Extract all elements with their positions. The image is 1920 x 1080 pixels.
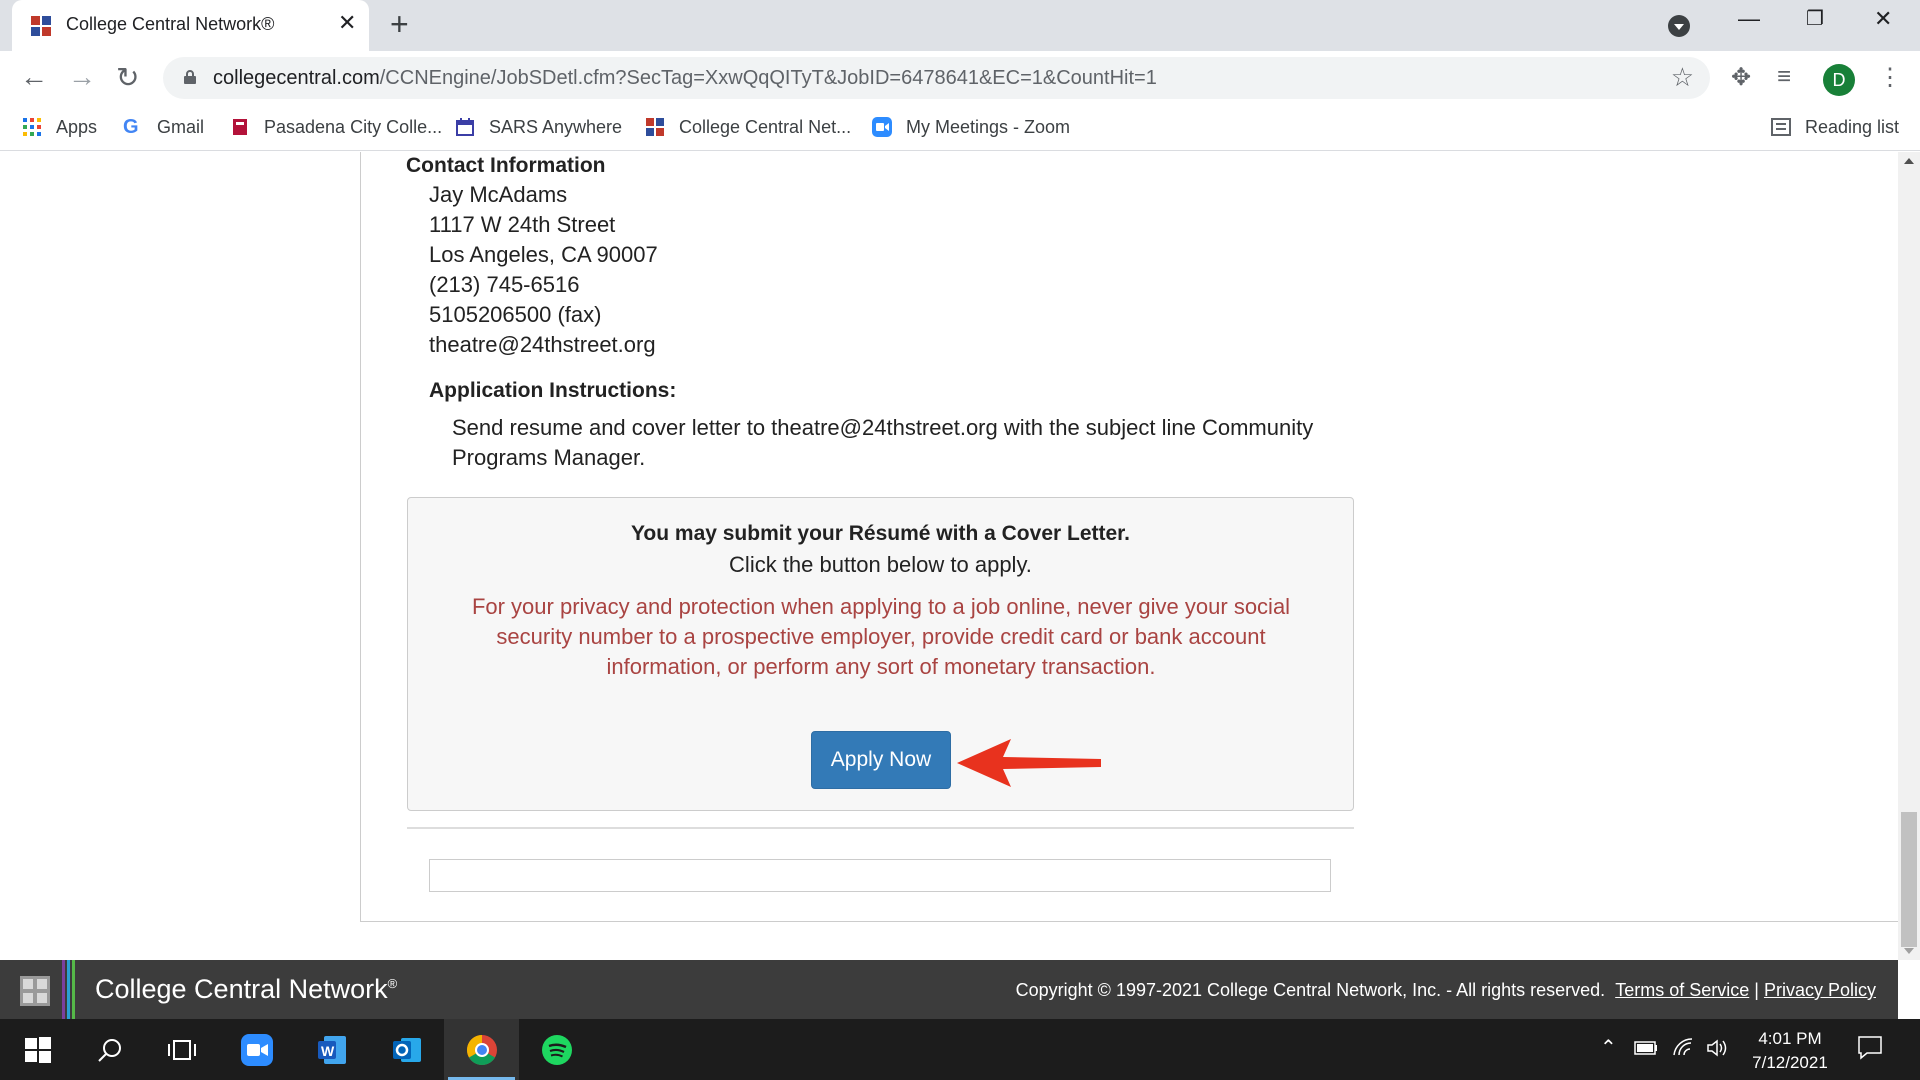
restore-icon[interactable]: ❐ <box>1806 6 1824 31</box>
notification-icon[interactable] <box>1857 1035 1883 1061</box>
minimize-icon[interactable]: — <box>1738 6 1760 32</box>
wifi-icon[interactable] <box>1672 1037 1694 1057</box>
apply-now-button[interactable]: Apply Now <box>811 731 951 789</box>
site-footer: College Central Network® Copyright © 199… <box>0 960 1898 1019</box>
svg-text:W: W <box>321 1043 335 1059</box>
brand-stripes-icon <box>62 960 75 1019</box>
address-bar[interactable]: collegecentral.com/CCNEngine/JobSDetl.cf… <box>163 57 1710 99</box>
application-heading: Application Instructions: <box>429 379 677 402</box>
url-text: collegecentral.com/CCNEngine/JobSDetl.cf… <box>213 67 1157 89</box>
contact-heading: Contact Information <box>406 154 606 177</box>
chrome-icon[interactable] <box>444 1019 519 1080</box>
start-icon[interactable] <box>0 1019 75 1080</box>
volume-icon[interactable] <box>1706 1038 1728 1058</box>
privacy-warning: For your privacy and protection when app… <box>471 594 1291 679</box>
search-icon[interactable] <box>72 1019 147 1080</box>
ccn-favicon-icon <box>31 16 51 36</box>
bookmark-sars[interactable]: SARS Anywhere <box>455 114 622 140</box>
copyright-text: Copyright © 1997-2021 College Central Ne… <box>1015 980 1606 1000</box>
terms-link[interactable]: Terms of Service <box>1615 980 1749 1000</box>
scroll-thumb[interactable] <box>1901 812 1917 947</box>
calendar-icon <box>456 118 474 136</box>
page-scrollbar[interactable] <box>1898 152 1920 960</box>
pcc-icon <box>233 119 247 135</box>
footer-separator: | <box>1754 980 1759 1000</box>
tab-search-icon[interactable] <box>1668 15 1690 37</box>
zoom-icon <box>872 117 892 137</box>
clock-time: 4:01 PM <box>1758 1029 1822 1048</box>
profile-avatar[interactable]: D <box>1823 64 1855 96</box>
bookmark-label: My Meetings - Zoom <box>906 116 1071 137</box>
reading-list[interactable]: Reading list <box>1771 114 1899 140</box>
contact-phone: (213) 745-6516 <box>429 272 580 297</box>
ccn-logo-icon <box>20 976 50 1006</box>
annotation-arrow-icon <box>957 739 1101 787</box>
tab-college-central[interactable]: College Central Network® ✕ <box>12 0 369 51</box>
contact-fax: 5105206500 (fax) <box>429 302 602 327</box>
back-icon[interactable]: ← <box>20 61 48 93</box>
apply-bold-line: You may submit your Résumé with a Cover … <box>630 522 1131 545</box>
bookmark-apps[interactable]: Apps <box>22 114 97 140</box>
extensions-icon[interactable]: ✥ <box>1731 63 1751 92</box>
apps-grid-icon <box>23 118 41 136</box>
ccn-icon <box>646 118 664 136</box>
tab-close-icon[interactable]: ✕ <box>338 10 356 36</box>
bookmark-label: College Central Net... <box>679 116 852 137</box>
scroll-up-icon[interactable] <box>1904 158 1914 164</box>
word-icon[interactable]: W <box>294 1019 369 1080</box>
system-clock[interactable]: 4:01 PM 7/12/2021 <box>1740 1027 1840 1075</box>
tray-overflow-icon[interactable]: ⌃ <box>1600 1035 1617 1060</box>
lock-icon <box>184 70 196 84</box>
media-control-icon[interactable]: ≡ <box>1777 63 1791 91</box>
bookmark-pasadena[interactable]: Pasadena City Colle... <box>230 114 442 140</box>
reading-list-label: Reading list <box>1805 116 1900 137</box>
menu-kebab-icon[interactable]: ⋮ <box>1878 63 1902 92</box>
apply-sub-line: Click the button below to apply. <box>729 552 1032 577</box>
footer-links: Copyright © 1997-2021 College Central Ne… <box>1016 980 1876 1001</box>
privacy-link[interactable]: Privacy Policy <box>1764 980 1876 1000</box>
bookmark-label: Gmail <box>157 116 205 137</box>
outlook-icon[interactable] <box>369 1019 444 1080</box>
battery-icon[interactable] <box>1634 1041 1658 1055</box>
reading-list-icon <box>1771 118 1791 136</box>
reload-icon[interactable]: ↻ <box>116 61 139 94</box>
zoom-taskbar-icon[interactable] <box>219 1019 294 1080</box>
contact-address1: 1117 W 24th Street <box>429 212 616 237</box>
bookmark-ccn[interactable]: College Central Net... <box>645 114 851 140</box>
empty-box <box>429 859 1331 892</box>
bookmark-label: Apps <box>56 116 98 137</box>
application-text: Send resume and cover letter to theatre@… <box>452 415 1314 470</box>
bookmark-gmail[interactable]: G Gmail <box>123 114 204 140</box>
contact-email: theatre@24thstreet.org <box>429 332 656 357</box>
bookmark-zoom[interactable]: My Meetings - Zoom <box>872 114 1070 140</box>
forward-icon[interactable]: → <box>68 61 96 93</box>
contact-name: Jay McAdams <box>429 182 568 207</box>
contact-address2: Los Angeles, CA 90007 <box>429 242 658 267</box>
bookmark-label: SARS Anywhere <box>489 116 623 137</box>
bookmark-star-icon[interactable]: ☆ <box>1671 62 1694 93</box>
apply-box: You may submit your Résumé with a Cover … <box>407 497 1354 811</box>
tab-strip: College Central Network® ✕ + — ❐ ✕ <box>0 0 1920 51</box>
clock-date: 7/12/2021 <box>1752 1053 1828 1072</box>
google-icon: G <box>123 116 139 138</box>
tab-title: College Central Network® <box>66 14 275 34</box>
scroll-down-icon[interactable] <box>1904 948 1914 954</box>
windows-taskbar: W ⌃ 4:01 PM 7/12/2021 <box>0 1019 1920 1080</box>
new-tab-icon[interactable]: + <box>390 6 409 43</box>
browser-toolbar: ← → ↻ collegecentral.com/CCNEngine/JobSD… <box>0 51 1920 104</box>
bookmarks-bar: Apps G Gmail Pasadena City Colle... SARS… <box>0 104 1920 151</box>
divider <box>407 827 1354 829</box>
spotify-icon[interactable] <box>519 1019 594 1080</box>
footer-brand: College Central Network® <box>95 974 398 1004</box>
task-view-icon[interactable] <box>144 1019 219 1080</box>
bookmark-label: Pasadena City Colle... <box>264 116 443 137</box>
close-window-icon[interactable]: ✕ <box>1874 6 1892 32</box>
page-body: Contact Information Jay McAdams 1117 W 2… <box>0 152 1898 960</box>
